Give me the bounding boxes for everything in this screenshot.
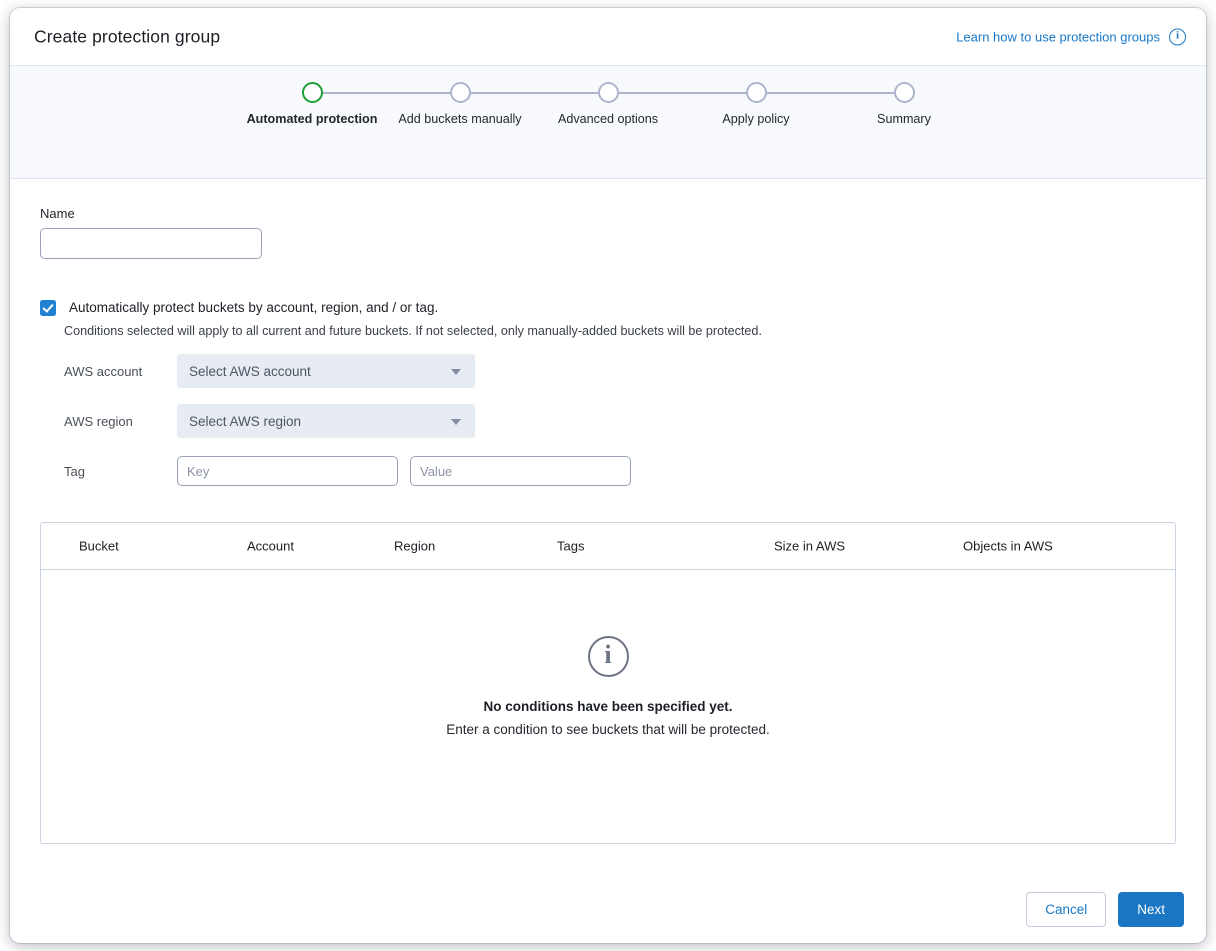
step-dot[interactable]	[449, 82, 471, 103]
chevron-down-icon	[451, 419, 461, 425]
aws-account-selected-value: Select AWS account	[189, 363, 311, 379]
info-icon-glyph: i	[1175, 29, 1180, 42]
column-header-size-in-aws[interactable]: Size in AWS	[774, 539, 845, 554]
dialog-footer: Cancel Next	[1026, 892, 1184, 927]
column-header-account[interactable]: Account	[247, 539, 294, 554]
step-label: Advanced options	[557, 112, 659, 126]
tag-key-input[interactable]	[177, 456, 398, 486]
step-advanced-options[interactable]: Advanced options	[534, 82, 756, 126]
step-automated-protection[interactable]: Automated protection	[238, 82, 460, 126]
aws-region-label: AWS region	[64, 413, 133, 429]
column-header-region[interactable]: Region	[394, 539, 435, 554]
step-connector	[460, 92, 608, 94]
tag-inputs-group	[177, 456, 631, 486]
step-connector	[312, 92, 460, 94]
empty-state-subtitle: Enter a condition to see buckets that wi…	[446, 722, 770, 737]
step-label: Summary	[877, 112, 931, 126]
stepper-track: Automated protection Add buckets manuall…	[10, 82, 1206, 126]
table-empty-state: i No conditions have been specified yet.…	[41, 570, 1175, 843]
aws-region-row: AWS region Select AWS region	[64, 404, 631, 438]
step-dot[interactable]	[301, 82, 323, 103]
step-connector	[608, 92, 756, 94]
aws-region-selected-value: Select AWS region	[189, 413, 302, 429]
step-dot[interactable]	[893, 82, 915, 103]
dialog-titlebar: Create protection group Learn how to use…	[10, 8, 1206, 66]
step-apply-policy[interactable]: Apply policy	[682, 82, 904, 126]
tag-label: Tag	[64, 463, 85, 479]
column-header-objects-in-aws[interactable]: Objects in AWS	[963, 539, 1053, 554]
auto-protect-label[interactable]: Automatically protect buckets by account…	[69, 299, 438, 316]
name-label: Name	[40, 206, 75, 221]
tag-value-input[interactable]	[410, 456, 631, 486]
aws-region-select[interactable]: Select AWS region	[177, 404, 475, 438]
page-title: Create protection group	[34, 26, 221, 46]
name-field-group: Name	[40, 206, 262, 259]
step-connector	[756, 92, 904, 94]
empty-state-title: No conditions have been specified yet.	[483, 699, 733, 714]
wizard-stepper: Automated protection Add buckets manuall…	[10, 66, 1206, 179]
auto-protect-help-text: Conditions selected will apply to all cu…	[64, 324, 762, 338]
info-icon[interactable]: i	[1169, 28, 1186, 45]
buckets-table: Bucket Account Region Tags Size in AWS O…	[40, 522, 1176, 844]
step-label: Automated protection	[246, 112, 378, 126]
chevron-down-icon	[451, 369, 461, 375]
aws-account-label: AWS account	[64, 363, 143, 379]
info-icon-glyph: i	[604, 639, 612, 669]
next-button[interactable]: Next	[1118, 892, 1184, 927]
auto-protect-checkbox-row[interactable]: Automatically protect buckets by account…	[40, 299, 438, 316]
auto-protect-checkbox[interactable]	[40, 300, 56, 316]
learn-protection-groups-link[interactable]: Learn how to use protection groups	[956, 29, 1160, 44]
help-link-group: Learn how to use protection groups i	[956, 28, 1186, 45]
step-summary[interactable]: Summary	[830, 82, 978, 126]
step-label: Apply policy	[722, 112, 790, 126]
aws-account-row: AWS account Select AWS account	[64, 354, 631, 388]
conditions-group: AWS account Select AWS account AWS regio…	[64, 354, 631, 504]
table-header-row: Bucket Account Region Tags Size in AWS O…	[41, 523, 1175, 570]
aws-account-select[interactable]: Select AWS account	[177, 354, 475, 388]
info-icon: i	[587, 636, 629, 677]
step-dot[interactable]	[597, 82, 619, 103]
cancel-button[interactable]: Cancel	[1026, 892, 1107, 927]
column-header-bucket[interactable]: Bucket	[79, 539, 119, 554]
step-label: Add buckets manually	[398, 112, 522, 126]
create-protection-group-dialog: Create protection group Learn how to use…	[10, 8, 1206, 943]
step-dot[interactable]	[745, 82, 767, 103]
step-add-buckets-manually[interactable]: Add buckets manually	[386, 82, 608, 126]
name-input[interactable]	[40, 228, 262, 259]
tag-row: Tag	[64, 454, 631, 488]
column-header-tags[interactable]: Tags	[557, 539, 584, 554]
dialog-content: Name Automatically protect buckets by ac…	[10, 179, 1206, 943]
